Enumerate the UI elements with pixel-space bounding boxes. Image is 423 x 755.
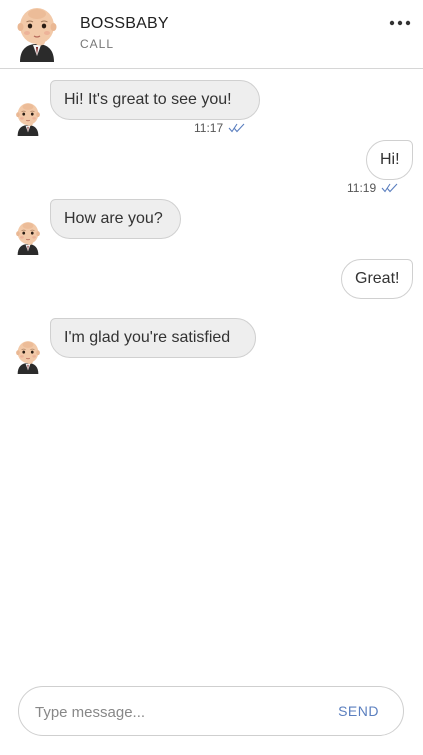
message-bubble[interactable]: How are you? [50, 199, 181, 239]
sender-avatar [14, 219, 42, 257]
message-bubble[interactable]: Hi! [366, 140, 413, 180]
message-composer: SEND [18, 686, 404, 736]
sender-avatar [14, 338, 42, 376]
message-input[interactable] [33, 699, 327, 725]
message-meta: 11:19 [347, 181, 399, 195]
message-bubble[interactable]: Hi! It's great to see you! [50, 80, 260, 120]
read-receipt-icon [381, 183, 398, 193]
read-receipt-icon [228, 123, 245, 133]
sender-avatar [14, 100, 42, 138]
message-bubble[interactable]: I'm glad you're satisfied [50, 318, 256, 358]
send-button[interactable]: SEND [338, 703, 379, 719]
message-meta: 11:17 [194, 121, 246, 135]
more-horizontal-icon[interactable] [389, 14, 411, 32]
contact-name: BOSSBABY [80, 15, 169, 32]
contact-avatar[interactable] [14, 6, 60, 62]
message-time: 11:19 [347, 181, 377, 195]
message-bubble[interactable]: Great! [341, 259, 413, 299]
call-link[interactable]: CALL [80, 37, 114, 51]
chat-header: BOSSBABY CALL [0, 0, 423, 69]
message-time: 11:17 [194, 121, 224, 135]
chat-app: BOSSBABY CALL Hi! It's great to see you!… [0, 0, 423, 755]
